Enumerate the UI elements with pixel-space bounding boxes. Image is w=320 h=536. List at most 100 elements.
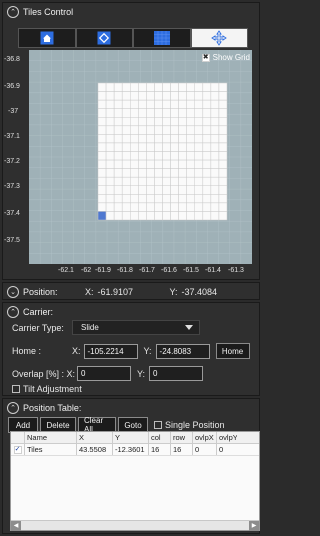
- tile-cell[interactable]: [130, 159, 139, 169]
- tile-cell[interactable]: [170, 211, 179, 221]
- move-tool-button[interactable]: [190, 28, 248, 48]
- tile-cell[interactable]: [113, 99, 123, 109]
- tile-cell[interactable]: [146, 194, 155, 204]
- tile-cell[interactable]: [130, 176, 139, 186]
- tile-cell[interactable]: [202, 176, 212, 186]
- tile-cell[interactable]: [210, 117, 220, 127]
- tile-cell[interactable]: [138, 168, 147, 178]
- tile-cell[interactable]: [121, 82, 131, 92]
- tile-cell[interactable]: [113, 159, 123, 169]
- column-header-x[interactable]: X: [77, 432, 113, 443]
- tile-cell[interactable]: [138, 185, 147, 195]
- tile-cell[interactable]: [146, 134, 155, 144]
- tile-cell[interactable]: [138, 159, 147, 169]
- tile-cell[interactable]: [202, 82, 212, 92]
- tile-cell[interactable]: [146, 151, 155, 161]
- tile-cell[interactable]: [210, 168, 220, 178]
- tile-cell[interactable]: [130, 142, 139, 152]
- tile-cell[interactable]: [194, 142, 204, 152]
- column-header-y[interactable]: Y: [113, 432, 149, 443]
- tile-cell[interactable]: [138, 151, 147, 161]
- tile-cell[interactable]: [202, 159, 212, 169]
- tile-cell[interactable]: [97, 142, 107, 152]
- tile-cell[interactable]: [162, 168, 171, 178]
- tile-cell[interactable]: [186, 142, 195, 152]
- tile-cell[interactable]: [154, 159, 163, 169]
- tile-cell[interactable]: [105, 82, 115, 92]
- tile-cell[interactable]: [210, 185, 220, 195]
- tile-cell[interactable]: [121, 202, 131, 212]
- tile-cell[interactable]: [178, 176, 187, 186]
- tile-cell[interactable]: [178, 142, 187, 152]
- tile-cell[interactable]: [178, 117, 187, 127]
- tile-cell[interactable]: [146, 168, 155, 178]
- selected-tile[interactable]: [97, 211, 107, 221]
- tile-cell[interactable]: [178, 151, 187, 161]
- tile-cell[interactable]: [146, 185, 155, 195]
- tile-cell[interactable]: [154, 142, 163, 152]
- tile-cell[interactable]: [130, 117, 139, 127]
- tile-cell[interactable]: [170, 194, 179, 204]
- tile-cell[interactable]: [105, 91, 115, 101]
- tile-cell[interactable]: [186, 176, 195, 186]
- tile-cell[interactable]: [130, 125, 139, 135]
- tile-cell[interactable]: [170, 159, 179, 169]
- tile-cell[interactable]: [97, 151, 107, 161]
- tile-cell[interactable]: [97, 99, 107, 109]
- tile-cell[interactable]: [154, 108, 163, 118]
- tile-cell[interactable]: [186, 211, 195, 221]
- grid-view-button[interactable]: [133, 28, 191, 48]
- table-row[interactable]: ✓ Tiles 43.5508 -12.3601 16 16 0 0: [11, 444, 259, 456]
- tile-cell[interactable]: [105, 202, 115, 212]
- tile-cell[interactable]: [186, 159, 195, 169]
- tile-cell[interactable]: [97, 194, 107, 204]
- tile-cell[interactable]: [218, 117, 228, 127]
- tile-cell[interactable]: [154, 185, 163, 195]
- tile-cell[interactable]: [162, 108, 171, 118]
- tile-cell[interactable]: [170, 185, 179, 195]
- tile-cell[interactable]: [121, 117, 131, 127]
- tile-cell[interactable]: [105, 142, 115, 152]
- tile-cell[interactable]: [162, 99, 171, 109]
- tile-cell[interactable]: [113, 202, 123, 212]
- tile-cell[interactable]: [218, 185, 228, 195]
- tile-cell[interactable]: [97, 176, 107, 186]
- tile-cell[interactable]: [210, 176, 220, 186]
- tile-cell[interactable]: [154, 125, 163, 135]
- show-grid-toggle[interactable]: ✖ Show Grid: [201, 53, 250, 62]
- tile-cell[interactable]: [210, 99, 220, 109]
- tile-cell[interactable]: [186, 108, 195, 118]
- tile-cell[interactable]: [210, 82, 220, 92]
- tile-cell[interactable]: [218, 134, 228, 144]
- tile-cell[interactable]: [105, 99, 115, 109]
- tile-cell[interactable]: [162, 151, 171, 161]
- expand-chevron-icon[interactable]: ⌄: [7, 286, 19, 298]
- tile-cell[interactable]: [105, 117, 115, 127]
- tile-cell[interactable]: [146, 108, 155, 118]
- tile-cell[interactable]: [162, 185, 171, 195]
- tile-cell[interactable]: [105, 108, 115, 118]
- tile-cell[interactable]: [113, 117, 123, 127]
- tile-cell[interactable]: [194, 159, 204, 169]
- tile-plot-area[interactable]: [29, 50, 252, 264]
- tile-cell[interactable]: [178, 194, 187, 204]
- tile-cell[interactable]: [170, 91, 179, 101]
- tile-cell[interactable]: [178, 168, 187, 178]
- tile-cell[interactable]: [162, 142, 171, 152]
- tile-cell[interactable]: [97, 202, 107, 212]
- tile-cell[interactable]: [113, 125, 123, 135]
- tile-cell[interactable]: [178, 159, 187, 169]
- tile-outline-button[interactable]: [75, 28, 133, 48]
- tile-cell[interactable]: [121, 91, 131, 101]
- tile-cell[interactable]: [130, 108, 139, 118]
- tile-cell[interactable]: [121, 151, 131, 161]
- tile-cell[interactable]: [194, 194, 204, 204]
- carrier-header[interactable]: ⌃ Carrier:: [3, 303, 259, 321]
- tile-cell[interactable]: [154, 176, 163, 186]
- tile-cell[interactable]: [130, 194, 139, 204]
- tile-cell[interactable]: [218, 82, 228, 92]
- tile-cell[interactable]: [210, 151, 220, 161]
- tile-cell[interactable]: [121, 99, 131, 109]
- tile-cell[interactable]: [218, 125, 228, 135]
- tile-cell[interactable]: [194, 108, 204, 118]
